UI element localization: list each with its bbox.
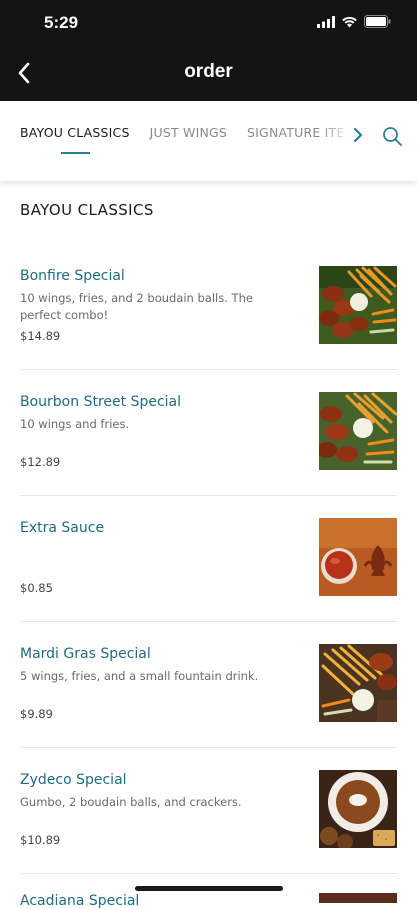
tabs-scroll-right-button[interactable]	[349, 122, 367, 148]
battery-icon	[364, 15, 391, 28]
search-icon	[382, 126, 402, 146]
item-name: Bourbon Street Special	[20, 394, 182, 410]
menu-item[interactable]: Zydeco Special Gumbo, 2 boudain balls, a…	[20, 748, 397, 874]
menu-item[interactable]: Bonfire Special 10 wings, fries, and 2 b…	[20, 244, 397, 370]
item-name: Zydeco Special	[20, 772, 127, 788]
item-description: Gumbo, 2 boudain balls, and crackers.	[20, 795, 242, 809]
item-name: Extra Sauce	[20, 520, 105, 536]
item-name-partial[interactable]: Acadiana Special	[20, 893, 139, 909]
tab-bayou-classics[interactable]: BAYOU CLASSICS	[20, 125, 130, 154]
item-price: $14.89	[20, 329, 61, 343]
menu-item[interactable]: Bourbon Street Special 10 wings and frie…	[20, 370, 397, 496]
wings-fries-plate-image	[319, 392, 397, 470]
status-bar: 5:29	[0, 0, 417, 48]
wings-fries-drink-image	[319, 644, 397, 722]
menu-list: Bonfire Special 10 wings, fries, and 2 b…	[0, 244, 417, 874]
menu-item[interactable]: Mardi Gras Special 5 wings, fries, and a…	[20, 622, 397, 748]
search-button[interactable]	[379, 123, 405, 149]
item-image-partial	[319, 893, 397, 903]
page-title: order	[184, 61, 233, 82]
category-tabs: BAYOU CLASSICS JUST WINGS SIGNATURE ITE	[20, 125, 364, 154]
wifi-icon	[342, 16, 357, 27]
item-name: Mardi Gras Special	[20, 646, 151, 662]
sauce-cup-image	[319, 518, 397, 596]
item-image	[319, 644, 397, 722]
item-price: $0.85	[20, 581, 53, 595]
item-image	[319, 266, 397, 344]
item-name: Bonfire Special	[20, 268, 125, 284]
section-title: BAYOU CLASSICS	[20, 201, 154, 219]
tab-just-wings[interactable]: JUST WINGS	[150, 125, 227, 154]
item-image	[319, 392, 397, 470]
signal-icon	[317, 15, 335, 28]
item-price: $10.89	[20, 833, 61, 847]
item-description: 5 wings, fries, and a small fountain dri…	[20, 669, 259, 683]
nav-bar: order	[0, 48, 417, 101]
wings-fries-plate-image	[319, 266, 397, 344]
item-image	[319, 518, 397, 596]
home-indicator[interactable]	[135, 886, 283, 891]
chevron-right-icon	[353, 127, 363, 143]
status-time: 5:29	[44, 13, 79, 32]
item-description: 10 wings, fries, and 2 boudain balls. Th…	[20, 291, 253, 322]
item-image	[319, 770, 397, 848]
item-price: $12.89	[20, 455, 61, 469]
gumbo-bowl-image	[319, 770, 397, 848]
menu-item[interactable]: Extra Sauce $0.85	[20, 496, 397, 622]
item-description: 10 wings and fries.	[20, 417, 130, 431]
status-icons	[317, 15, 391, 28]
item-price: $9.89	[20, 707, 53, 721]
category-tab-bar: BAYOU CLASSICS JUST WINGS SIGNATURE ITE	[0, 101, 417, 181]
